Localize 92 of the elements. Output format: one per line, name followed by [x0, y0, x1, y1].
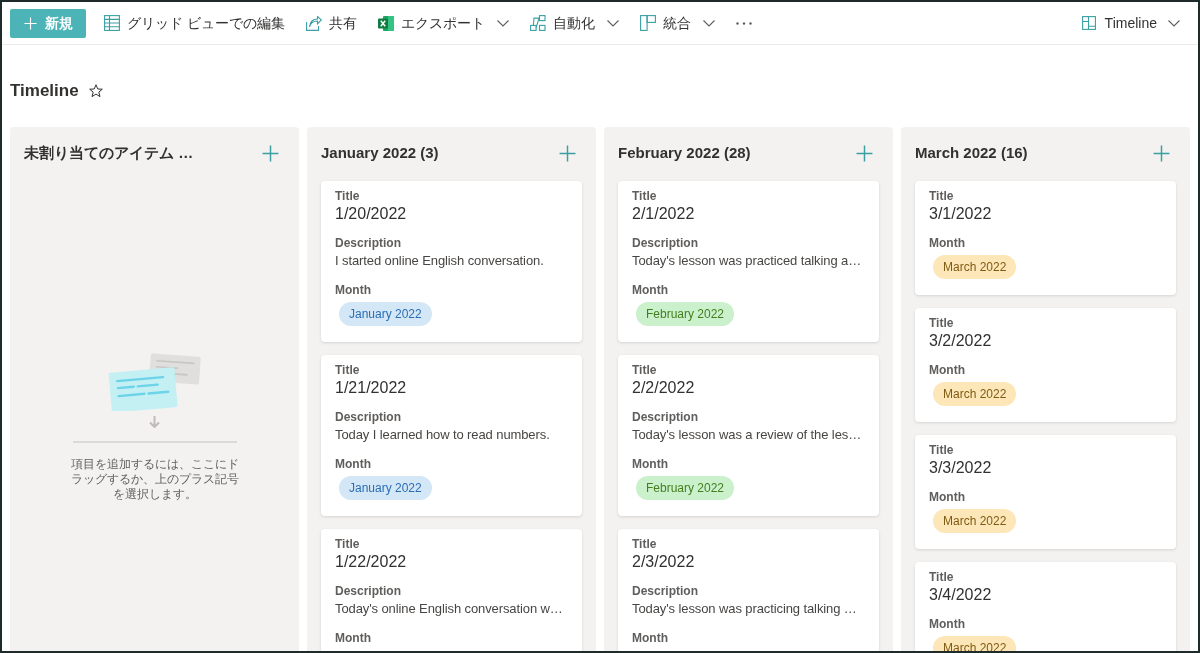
field-label: Description — [335, 409, 401, 425]
field-label: Description — [632, 235, 698, 251]
page-title: Timeline — [10, 80, 79, 102]
month-tag: February 2022 — [636, 302, 735, 326]
field-label: Month — [929, 489, 965, 505]
automate-button[interactable]: 自動化 — [521, 7, 627, 39]
add-item-button[interactable] — [559, 144, 576, 162]
board-view-icon — [1081, 16, 1096, 30]
item-card[interactable]: Title 3/1/2022 Month March 2022 — [915, 181, 1176, 295]
field-label: Title — [335, 362, 361, 378]
field-value: 2/3/2022 — [632, 552, 696, 572]
field-label: Description — [335, 235, 401, 251]
month-tag: March 2022 — [933, 382, 1017, 406]
empty-message: 項目を追加するには、ここにドラッグするか、上のプラス記号を選択します。 — [69, 457, 240, 502]
share-icon — [305, 15, 322, 31]
layout-icon — [639, 15, 656, 31]
add-item-button[interactable] — [262, 144, 279, 162]
field-label: Title — [335, 536, 361, 552]
item-card[interactable]: Title 2/1/2022 Description Today's lesson was practiced talking a… Month February 2022 — [618, 181, 879, 342]
field-label: Month — [632, 630, 668, 646]
field-label: Description — [335, 583, 401, 599]
field-value: 3/2/2022 — [929, 331, 993, 351]
column-title: 未割り当てのアイテム … — [24, 143, 194, 163]
field-label: Month — [632, 282, 668, 298]
item-card[interactable]: Title 1/20/2022 Description I started online English conversation. Month January 2022 — [321, 181, 582, 342]
field-label: Title — [929, 442, 955, 458]
field-value: Today's lesson was practiced talking a… — [632, 252, 862, 270]
field-label: Month — [632, 456, 668, 472]
plus-icon — [559, 144, 576, 162]
plus-icon — [1153, 144, 1170, 162]
field-label: Month — [335, 456, 371, 472]
column-title: March 2022 (16) — [915, 143, 1028, 163]
more-icon — [735, 21, 752, 25]
star-icon[interactable] — [88, 84, 103, 98]
field-label: Description — [632, 583, 698, 599]
field-value: Today's online English conversation w… — [335, 600, 563, 618]
field-value: 2/2/2022 — [632, 378, 696, 398]
add-item-button[interactable] — [856, 144, 873, 162]
field-label: Month — [335, 282, 371, 298]
field-value: 2/1/2022 — [632, 204, 696, 224]
field-label: Title — [929, 315, 955, 331]
field-value: 3/3/2022 — [929, 458, 993, 478]
field-value: Today I learned how to read numbers. — [335, 426, 550, 444]
month-tag: March 2022 — [933, 509, 1017, 533]
edit-button[interactable]: グリッド ビューでの編集 — [96, 7, 293, 39]
item-card[interactable]: Title 2/3/2022 Description Today's lesson was practicing talking … Month — [618, 529, 879, 651]
field-value: 1/22/2022 — [335, 552, 408, 572]
item-card[interactable]: Title 3/3/2022 Month March 2022 — [915, 435, 1176, 549]
field-label: Title — [632, 362, 658, 378]
field-value: 1/21/2022 — [335, 378, 408, 398]
field-label: Month — [929, 235, 965, 251]
flow-icon — [529, 15, 546, 31]
plus-icon — [856, 144, 873, 162]
month-tag: February 2022 — [636, 476, 735, 500]
view-switcher[interactable]: Timeline — [1077, 7, 1184, 39]
column-title: January 2022 (3) — [321, 143, 439, 163]
arrow-down-icon — [149, 416, 160, 428]
export-button[interactable]: エクスポート — [369, 7, 517, 39]
item-card[interactable]: Title 1/22/2022 Description Today's online English conversation w… Month — [321, 529, 582, 651]
spreadsheet-icon — [377, 15, 394, 31]
field-value: Today's lesson was practicing talking … — [632, 600, 857, 618]
field-label: Title — [335, 188, 361, 204]
item-card[interactable]: Title 2/2/2022 Description Today's lesson was a review of the les… Month February 2022 — [618, 355, 879, 516]
plus-icon — [23, 16, 37, 30]
chevron-down-icon — [496, 19, 509, 27]
field-label: Title — [632, 536, 658, 552]
field-value: 3/1/2022 — [929, 204, 993, 224]
plus-icon — [262, 144, 279, 162]
column-title: February 2022 (28) — [618, 143, 751, 163]
month-tag: March 2022 — [933, 255, 1017, 279]
add-item-button[interactable] — [1153, 144, 1170, 162]
item-card[interactable]: Title 1/21/2022 Description Today I learned how to read numbers. Month January 2022 — [321, 355, 582, 516]
item-card[interactable]: Title 3/2/2022 Month March 2022 — [915, 308, 1176, 422]
field-label: Month — [335, 630, 371, 646]
month-tag: January 2022 — [339, 476, 432, 500]
field-value: 3/4/2022 — [929, 585, 993, 605]
grid-icon — [104, 15, 120, 31]
share-button[interactable]: 共有 — [297, 7, 365, 39]
month-tag: January 2022 — [339, 302, 432, 326]
chevron-down-icon — [1168, 19, 1180, 27]
field-label: Title — [929, 188, 955, 204]
field-label: Month — [929, 362, 965, 378]
field-label: Month — [929, 616, 965, 632]
field-label: Title — [632, 188, 658, 204]
integrate-button[interactable]: 統合 — [631, 7, 723, 39]
field-value: I started online English conversation. — [335, 252, 544, 270]
chevron-down-icon — [702, 19, 715, 27]
field-label: Description — [632, 409, 698, 425]
field-label: Title — [929, 569, 955, 585]
chevron-down-icon — [606, 19, 619, 27]
field-value: Today's lesson was a review of the les… — [632, 426, 862, 444]
field-value: 1/20/2022 — [335, 204, 408, 224]
